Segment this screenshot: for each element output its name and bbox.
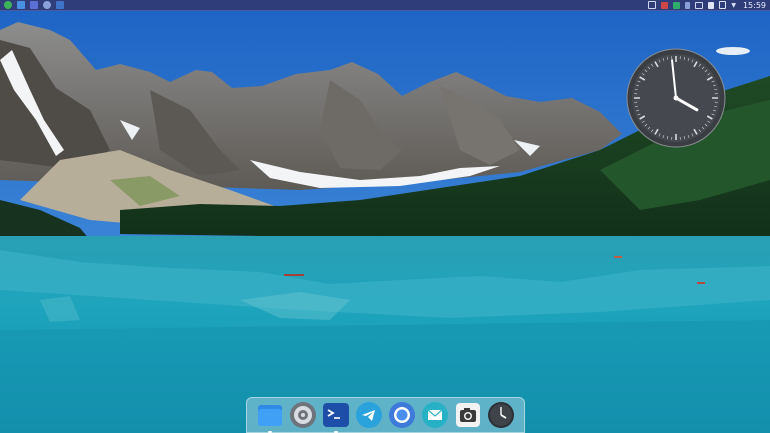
volume-icon[interactable] [708,1,715,9]
camera-icon [456,403,481,427]
panel-launcher-area [4,0,64,11]
settings-icon [289,402,316,428]
network-manager-icon[interactable] [673,1,681,9]
clock-icon [488,402,515,428]
dock-item-files[interactable] [256,401,284,433]
dock-item-screenshot[interactable] [454,401,482,429]
dock-item-telegram[interactable] [355,401,383,429]
file-manager-icon[interactable] [17,1,25,9]
settings-icon[interactable] [43,1,51,9]
clipboard-icon[interactable] [661,1,669,9]
dock-item-mail[interactable] [421,401,449,429]
dock-item-system-settings[interactable] [289,401,317,429]
menu-down-icon[interactable]: ▼ [731,0,736,11]
mail-icon [422,402,449,428]
app-menu-icon[interactable] [4,1,12,9]
task-icon[interactable] [56,1,64,9]
panel-clock[interactable]: 15:59 [743,0,766,11]
chromium-icon [389,402,416,428]
battery-icon[interactable] [719,1,727,9]
folder-icon [257,405,282,426]
analog-clock-widget[interactable] [626,48,726,148]
window-icon[interactable] [648,1,657,9]
display-icon[interactable] [695,1,704,9]
dock-item-terminal[interactable] [322,401,350,433]
dock-item-clock[interactable] [487,401,515,429]
dock-item-chromium[interactable] [388,401,416,429]
system-tray: ▼ 15:59 [648,0,766,11]
bluetooth-icon[interactable] [685,1,691,9]
telegram-icon [355,402,382,428]
dock [246,397,525,433]
browser-icon[interactable] [30,1,38,9]
top-panel: ▼ 15:59 [0,0,770,11]
terminal-icon [322,403,349,427]
